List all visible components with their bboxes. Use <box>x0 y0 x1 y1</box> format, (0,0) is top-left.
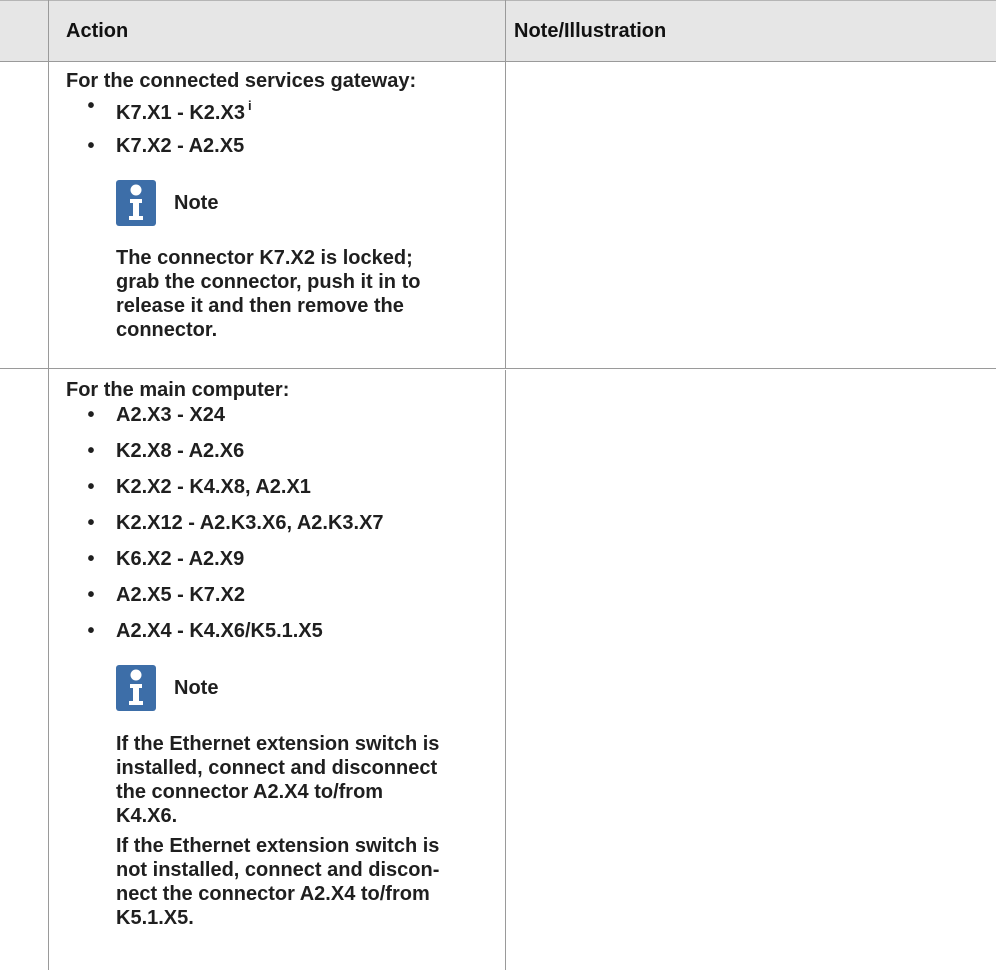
row-title: For the main computer: <box>66 379 290 401</box>
list-item: • K2.X8 - A2.X6 <box>84 439 384 463</box>
info-icon <box>116 665 156 711</box>
bullet-icon: • <box>87 95 95 117</box>
list-item: • K2.X12 - A2.K3.X6, A2.K3.X7 <box>84 511 384 535</box>
column-divider-step <box>48 0 49 970</box>
list-item-text: A2.X5 - K7.X2 <box>116 584 245 606</box>
list-item: • A2.X4 - K4.X6/K5.1.X5 <box>84 619 384 643</box>
list-item-text: A2.X4 - K4.X6/K5.1.X5 <box>116 620 323 642</box>
note-text: If the Ethernet extension switch is inst… <box>116 732 446 930</box>
bullet-icon: • <box>87 135 95 157</box>
footnote-marker: i <box>247 98 252 113</box>
bullet-icon: • <box>87 548 95 570</box>
bullet-icon: • <box>87 620 95 642</box>
list-item-text: K2.X2 - K4.X8, A2.X1 <box>116 476 311 498</box>
procedure-table: Action Note/Illustration For the connect… <box>0 0 996 970</box>
list-item-text: K7.X1 - K2.X3 <box>116 102 245 124</box>
bullet-icon: • <box>87 476 95 498</box>
list-item: • K7.X2 - A2.X5 <box>84 134 252 158</box>
list-item-text: K6.X2 - A2.X9 <box>116 548 245 570</box>
header-note-illustration: Note/Illustration <box>514 20 667 42</box>
list-item: • A2.X3 - X24 <box>84 403 384 427</box>
table-header <box>0 0 996 62</box>
list-item: • K6.X2 - A2.X9 <box>84 547 384 571</box>
row-divider <box>0 368 996 369</box>
bullet-icon: • <box>87 584 95 606</box>
connector-list: • K7.X1 - K2.X3 i • K7.X2 - A2.X5 <box>84 94 252 158</box>
note-text: The connector K7.X2 is locked; grab the … <box>116 246 446 342</box>
note-title: Note <box>174 192 219 214</box>
note-paragraph: If the Ethernet extension switch is not … <box>116 835 440 929</box>
list-item-text: K7.X2 - A2.X5 <box>116 135 245 157</box>
list-item: • K7.X1 - K2.X3 i <box>84 94 252 124</box>
note-paragraph: The connector K7.X2 is locked; grab the … <box>116 247 421 341</box>
bullet-icon: • <box>87 404 95 426</box>
row-title: For the connected services gateway: <box>66 70 417 92</box>
bullet-icon: • <box>87 440 95 462</box>
column-divider-note <box>505 370 506 970</box>
header-action: Action <box>66 20 129 42</box>
info-icon <box>116 180 156 226</box>
note-paragraph: If the Ethernet extension switch is inst… <box>116 733 440 827</box>
list-item-text: K2.X12 - A2.K3.X6, A2.K3.X7 <box>116 512 384 534</box>
list-item-text: A2.X3 - X24 <box>116 404 225 426</box>
connector-list: • A2.X3 - X24 • K2.X8 - A2.X6 • K2.X2 - K4.… <box>84 403 384 643</box>
list-item: • A2.X5 - K7.X2 <box>84 583 384 607</box>
list-item: • K2.X2 - K4.X8, A2.X1 <box>84 475 384 499</box>
note-title: Note <box>174 677 219 699</box>
column-divider-note <box>505 0 506 368</box>
list-item-text: K2.X8 - A2.X6 <box>116 440 245 462</box>
bullet-icon: • <box>87 512 95 534</box>
